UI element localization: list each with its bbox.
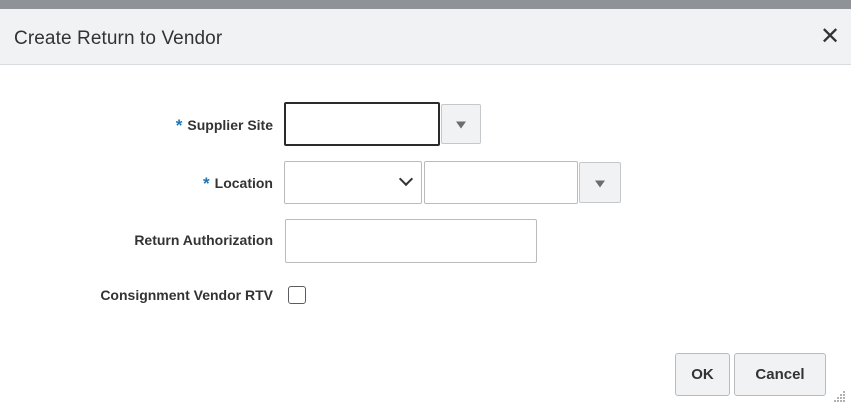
ok-button[interactable]: OK bbox=[675, 353, 730, 396]
supplier-site-dropdown-button[interactable] bbox=[441, 104, 481, 144]
location-label: * Location bbox=[203, 174, 273, 193]
triangle-down-icon bbox=[456, 121, 466, 129]
required-marker: * bbox=[203, 174, 210, 193]
supplier-site-input[interactable] bbox=[284, 102, 440, 146]
return-authorization-label: Return Authorization bbox=[134, 232, 273, 248]
supplier-site-label: * Supplier Site bbox=[175, 116, 273, 135]
required-marker: * bbox=[175, 116, 183, 135]
dialog-title: Create Return to Vendor bbox=[14, 28, 223, 49]
consignment-vendor-rtv-checkbox[interactable] bbox=[288, 286, 306, 304]
create-return-to-vendor-dialog: Create Return to Vendor ✕ * Supplier Site… bbox=[0, 9, 851, 409]
window-top-strip bbox=[0, 0, 851, 9]
chevron-down-icon bbox=[398, 171, 414, 187]
consignment-vendor-rtv-label: Consignment Vendor RTV bbox=[100, 287, 273, 303]
location-type-select[interactable] bbox=[284, 161, 422, 204]
cancel-button[interactable]: Cancel bbox=[734, 353, 826, 396]
dialog-header: Create Return to Vendor ✕ bbox=[0, 9, 851, 65]
return-authorization-input[interactable] bbox=[285, 219, 537, 263]
location-dropdown-button[interactable] bbox=[579, 162, 621, 203]
resize-grip-icon[interactable] bbox=[834, 391, 846, 403]
close-icon[interactable]: ✕ bbox=[818, 25, 842, 49]
location-input[interactable] bbox=[424, 161, 578, 204]
triangle-down-icon bbox=[595, 180, 605, 188]
